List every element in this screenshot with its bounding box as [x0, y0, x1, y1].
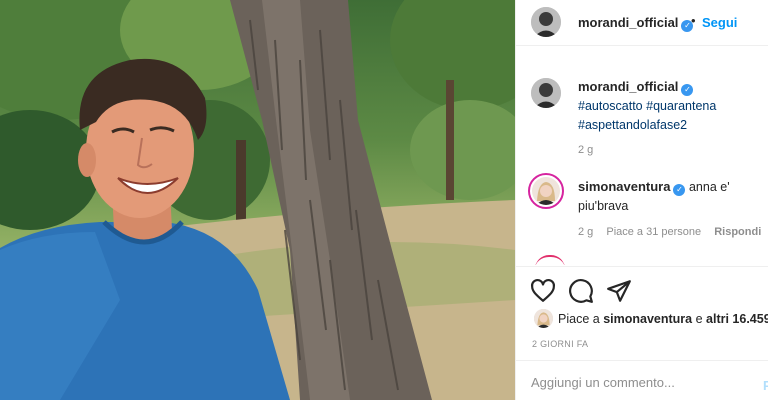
publish-button[interactable]: P — [763, 378, 768, 393]
comment-likes[interactable]: Piace a 31 persone — [606, 226, 701, 238]
caption-avatar[interactable] — [531, 78, 561, 108]
verified-badge-icon: ✓ — [681, 84, 694, 96]
likes-prefix: Piace a — [558, 312, 600, 326]
author-username[interactable]: morandi_official ✓ — [578, 15, 694, 32]
hashtag-link[interactable]: #quarantena — [646, 99, 716, 113]
author-avatar[interactable] — [531, 7, 561, 37]
selfie-image — [0, 0, 515, 400]
likes-summary: Piace a simonaventura e altri 16.459 — [516, 306, 768, 332]
liker-username[interactable]: simonaventura — [603, 312, 692, 326]
comment-text: simonaventura ✓ anna e' piu'brava — [578, 177, 758, 216]
commenter-avatar[interactable] — [528, 173, 564, 209]
hashtag-link[interactable]: #autoscatto — [578, 99, 643, 113]
action-bar — [516, 266, 768, 306]
likes-others-link[interactable]: altri 16.459 — [706, 312, 768, 326]
caption-text: morandi_official ✓ #autoscatto #quaranten… — [578, 77, 758, 135]
caption-username[interactable]: morandi_official — [578, 79, 678, 94]
heart-icon[interactable] — [530, 278, 556, 304]
header-separator: • — [691, 13, 696, 28]
next-comment-avatar-peek — [535, 255, 565, 265]
comment-time[interactable]: 2 g — [578, 226, 593, 238]
comments-list[interactable]: morandi_official ✓ #autoscatto #quaranten… — [516, 47, 768, 265]
post-details-panel: morandi_official ✓ • Segui morandi_offici… — [515, 0, 768, 400]
reply-button[interactable]: Rispondi — [714, 226, 761, 238]
post-header: morandi_official ✓ • Segui — [516, 0, 768, 46]
post-photo[interactable] — [0, 0, 515, 400]
comment-input[interactable] — [531, 370, 751, 394]
post-date[interactable]: 2 GIORNI FA — [532, 339, 588, 349]
comment-meta: 2 g Piace a 31 persone Rispondi — [578, 226, 768, 238]
comment-icon[interactable] — [568, 278, 594, 304]
liker-avatar[interactable] — [534, 309, 553, 328]
likes-conjunction: e — [695, 312, 703, 326]
caption-meta: 2 g — [578, 144, 603, 156]
caption-time[interactable]: 2 g — [578, 144, 593, 156]
commenter-username[interactable]: simonaventura — [578, 179, 670, 194]
follow-button[interactable]: Segui — [702, 15, 737, 30]
hashtag-link[interactable]: #aspettandolafase2 — [578, 118, 687, 132]
verified-badge-icon: ✓ — [673, 184, 686, 196]
likes-text: Piace a simonaventura e altri 16.459 — [558, 312, 768, 326]
author-username-text[interactable]: morandi_official — [578, 15, 678, 30]
add-comment-bar: P — [516, 360, 768, 400]
share-icon[interactable] — [606, 278, 632, 304]
